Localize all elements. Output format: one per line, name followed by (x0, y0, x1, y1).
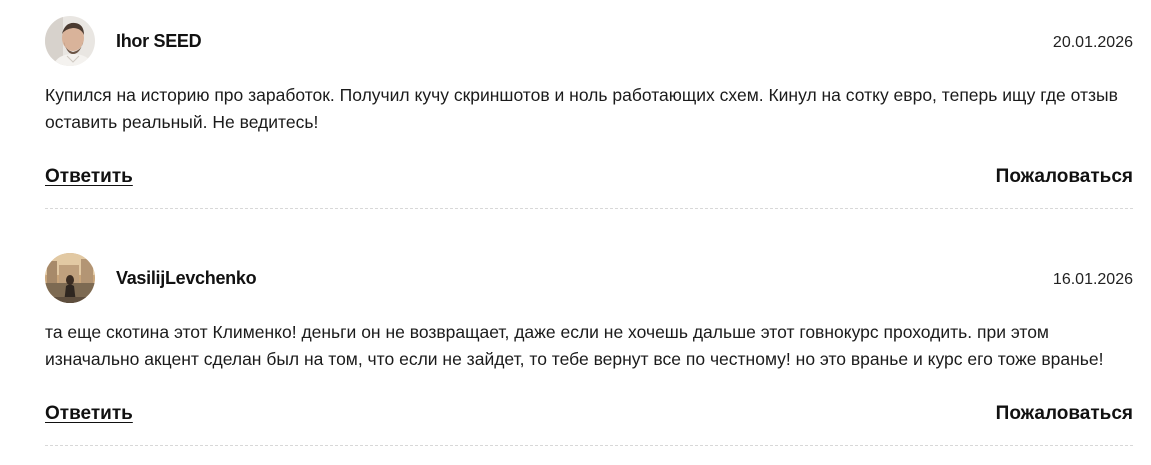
comment-date: 16.01.2026 (1052, 271, 1133, 288)
comment-actions: Ответить Пожаловаться (45, 166, 1133, 192)
user-photo-icon (45, 16, 95, 66)
avatar[interactable] (45, 253, 95, 303)
reply-button[interactable]: Ответить (45, 166, 133, 188)
avatar[interactable] (45, 16, 95, 66)
comment-actions: Ответить Пожаловаться (45, 403, 1133, 429)
comment-text: Купился на историю про заработок. Получи… (45, 85, 1118, 132)
comment-text: та еще скотина этот Клименко! деньги он … (45, 322, 1104, 369)
comment-item: VasilijLevchenko 16.01.2026 та еще скоти… (45, 253, 1133, 446)
comments-list: Ihor SEED 20.01.2026 Купился на историю … (0, 0, 1151, 465)
author-name: VasilijLevchenko (116, 268, 257, 288)
comment-date: 20.01.2026 (1052, 34, 1133, 51)
user-photo-icon (45, 253, 95, 303)
report-button[interactable]: Пожаловаться (996, 403, 1133, 425)
comment-header: Ihor SEED 20.01.2026 (45, 16, 1133, 68)
comment-item: Ihor SEED 20.01.2026 Купился на историю … (45, 16, 1133, 209)
comment-divider (45, 445, 1133, 446)
report-button[interactable]: Пожаловаться (996, 166, 1133, 188)
reply-button[interactable]: Ответить (45, 403, 133, 425)
comment-header: VasilijLevchenko 16.01.2026 (45, 253, 1133, 305)
comment-divider (45, 208, 1133, 209)
author-name: Ihor SEED (116, 31, 202, 51)
